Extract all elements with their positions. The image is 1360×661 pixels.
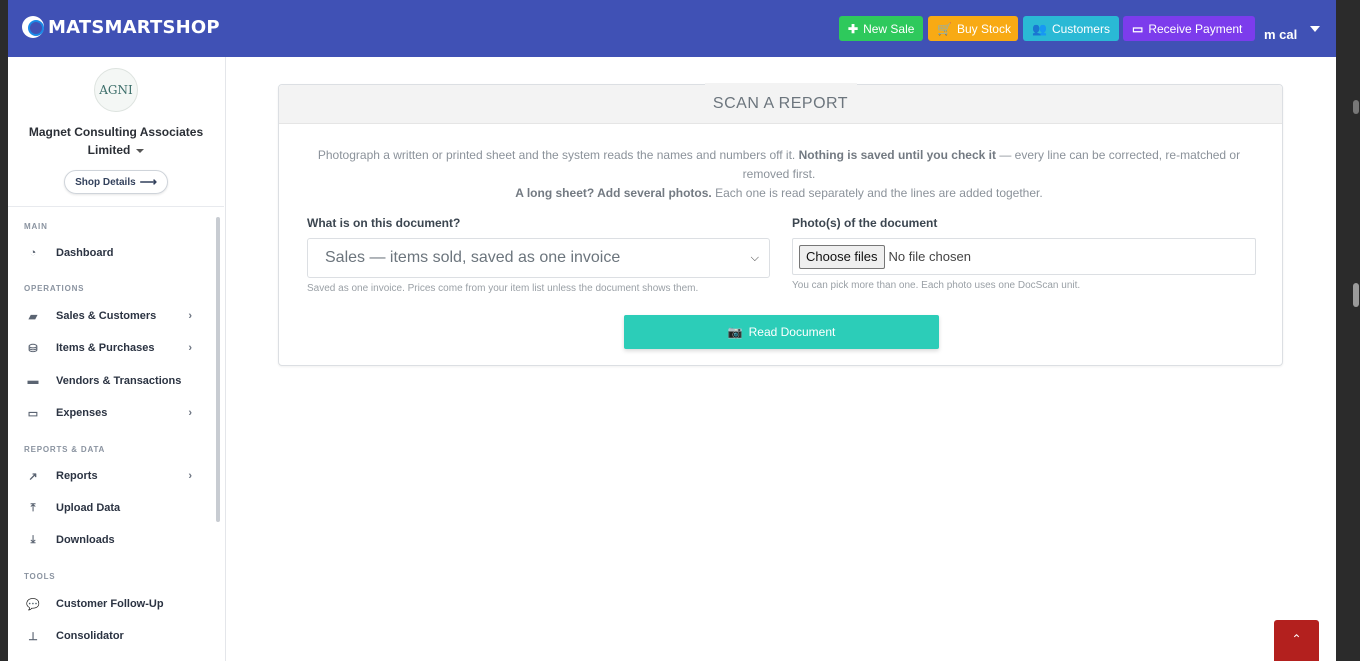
sidebar-item-upload-data[interactable]: ⤒ Upload Data (24, 499, 204, 517)
brand-logo[interactable]: MATSMARTSHOP (22, 16, 220, 38)
dashboard-icon: ◔ (29, 247, 37, 259)
back-to-top-button[interactable]: ⌃ (1274, 620, 1319, 661)
window-frame-left (0, 0, 8, 661)
company-name-line1: Magnet Consulting Associates (28, 125, 204, 139)
photos-help: You can pick more than one. Each photo u… (792, 280, 1081, 291)
sidebar-item-consolidator[interactable]: ⊥ Consolidator (24, 627, 204, 645)
new-sale-button[interactable]: ✚ New Sale (839, 16, 923, 41)
sidebar-item-label: Consolidator (56, 630, 124, 642)
chevron-right-icon: › (188, 470, 192, 482)
sidebar-item-items-purchases[interactable]: ⛁ Items & Purchases › (24, 339, 204, 357)
chevron-down-icon: ⌵ (750, 252, 759, 264)
users-icon: 👥 (1032, 21, 1047, 36)
buy-stock-label: Buy Stock (956, 21, 1011, 36)
sidebar-item-label: Downloads (56, 534, 115, 546)
read-document-label: Read Document (748, 325, 836, 339)
credit-card-icon: ▭ (1132, 21, 1144, 36)
sidebar-item-label: Sales & Customers (56, 310, 157, 322)
arrow-right-icon: ⟶ (139, 175, 157, 189)
read-document-button[interactable]: 📷 Read Document (624, 315, 939, 349)
receive-payment-button[interactable]: ▭ Receive Payment (1123, 16, 1255, 41)
file-status: No file chosen (888, 249, 971, 264)
sidebar-item-downloads[interactable]: ⤓ Downloads (24, 531, 204, 549)
top-navbar: MATSMARTSHOP ✚ New Sale 🛒 Buy Stock 👥 Cu… (8, 0, 1336, 57)
intro-emphasis: Nothing is saved until you check it (798, 148, 996, 162)
brand-name: MATSMARTSHOP (48, 16, 220, 38)
doc-type-select[interactable]: Sales — items sold, saved as one invoice… (307, 238, 770, 278)
photos-file-input[interactable]: Choose files No file chosen (792, 238, 1256, 275)
receive-payment-label: Receive Payment (1148, 21, 1243, 36)
intro-text: Photograph a written or printed sheet an… (299, 146, 1259, 203)
sitemap-icon: ⊥ (28, 630, 38, 643)
plus-icon: ✚ (848, 21, 859, 36)
company-switcher[interactable]: Magnet Consulting Associates Limited (8, 123, 224, 159)
section-label-tools: TOOLS (24, 572, 56, 581)
page-scrollbar-track-marker (1353, 100, 1359, 114)
section-label-reports-data: REPORTS & DATA (24, 445, 106, 454)
customers-button[interactable]: 👥 Customers (1023, 16, 1119, 41)
section-label-main: MAIN (24, 222, 48, 231)
intro-sentence: Photograph a written or printed sheet an… (317, 148, 796, 162)
section-label-operations: OPERATIONS (24, 284, 85, 293)
sidebar-item-label: Upload Data (56, 502, 121, 514)
sidebar-item-reports[interactable]: ↗ Reports › (24, 467, 204, 485)
intro-emphasis: A long sheet? Add several photos. (515, 186, 712, 200)
chevron-right-icon: › (188, 342, 192, 354)
sidebar-item-vendors-transactions[interactable]: ▬ Vendors & Transactions (24, 372, 204, 390)
cart-icon: 🛒 (937, 21, 952, 36)
doc-type-label: What is on this document? (307, 216, 461, 230)
caret-down-icon (136, 148, 145, 153)
doc-type-help: Saved as one invoice. Prices come from y… (307, 283, 699, 294)
chart-line-icon: ↗ (28, 470, 38, 483)
intro-sentence: Each one is read separately and the line… (715, 186, 1043, 200)
company-logo-text: AGNI (99, 83, 133, 97)
truck-icon: ▬ (27, 375, 39, 387)
sidebar-scrollbar[interactable] (216, 217, 220, 522)
sidebar-item-expenses[interactable]: ▭ Expenses › (24, 404, 204, 422)
upload-icon: ⤒ (30, 501, 36, 514)
chevron-right-icon: › (188, 310, 192, 322)
app-window: MATSMARTSHOP ✚ New Sale 🛒 Buy Stock 👥 Cu… (8, 0, 1336, 661)
sidebar-item-label: Reports (56, 470, 98, 482)
sidebar-item-label: Customer Follow-Up (56, 598, 164, 610)
chevron-up-icon: ⌃ (1291, 632, 1302, 646)
chevron-right-icon: › (188, 407, 192, 419)
choose-files-button[interactable]: Choose files (799, 244, 885, 269)
download-icon: ⤓ (30, 533, 36, 546)
sidebar: AGNI Magnet Consulting Associates Limite… (8, 57, 226, 661)
camera-icon: 📷 (727, 325, 743, 339)
company-logo: AGNI (94, 68, 138, 112)
shop-details-button[interactable]: Shop Details ⟶ (64, 170, 168, 194)
sidebar-item-label: Dashboard (56, 247, 114, 259)
scan-report-card: SCAN A REPORT Photograph a written or pr… (278, 83, 1283, 366)
user-menu[interactable]: m cal (1264, 27, 1297, 42)
brand-logo-icon (22, 16, 44, 38)
card-icon: ▭ (27, 407, 39, 420)
sidebar-item-sales-customers[interactable]: ▰ Sales & Customers › (24, 307, 204, 325)
sidebar-item-label: Vendors & Transactions (56, 375, 182, 387)
chevron-down-icon[interactable] (1310, 26, 1320, 32)
bag-icon: ▰ (28, 310, 38, 323)
sidebar-item-customer-follow-up[interactable]: 💬 Customer Follow-Up (24, 595, 204, 613)
sidebar-item-label: Expenses (56, 407, 108, 419)
sidebar-item-label: Items & Purchases (56, 342, 155, 354)
company-name-line2: Limited (87, 143, 131, 157)
page-scrollbar-thumb[interactable] (1353, 283, 1359, 307)
boxes-icon: ⛁ (28, 342, 38, 355)
doc-type-selected-value: Sales — items sold, saved as one invoice (325, 249, 621, 266)
shop-details-label: Shop Details (75, 176, 136, 188)
photos-label: Photo(s) of the document (792, 216, 938, 230)
card-header-tab (705, 83, 857, 86)
customers-label: Customers (1051, 21, 1110, 36)
buy-stock-button[interactable]: 🛒 Buy Stock (928, 16, 1018, 41)
sidebar-item-dashboard[interactable]: ◔ Dashboard (24, 244, 204, 262)
chat-icon: 💬 (26, 598, 40, 611)
card-title: SCAN A REPORT (279, 85, 1282, 124)
sidebar-divider (8, 206, 224, 207)
new-sale-label: New Sale (863, 21, 915, 36)
